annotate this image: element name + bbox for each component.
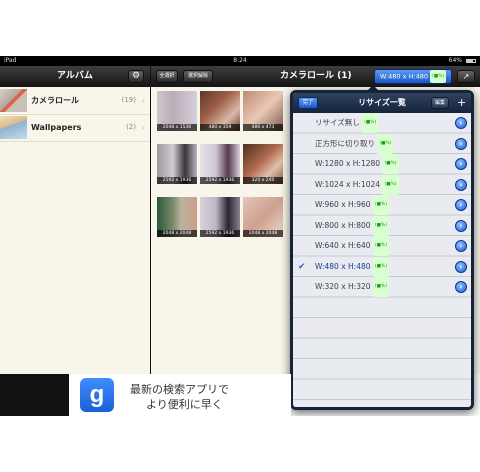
- info-icon[interactable]: ›: [455, 137, 467, 150]
- photo-size-label: 2048 x 2048: [243, 230, 283, 237]
- resize-option[interactable]: W:640 x H:640 (■%) ›: [293, 236, 471, 257]
- battery-percent: 64%: [448, 57, 462, 64]
- bottom-margin: [0, 416, 480, 472]
- photo-thumbnail[interactable]: 2592 x 1936: [200, 144, 240, 184]
- album-count: (2): [126, 123, 136, 131]
- photo-thumbnail[interactable]: 2048 x 2048: [157, 197, 197, 237]
- popover-header: リサイズ一覧 完了 編集 +: [293, 93, 471, 113]
- info-icon[interactable]: ›: [455, 199, 467, 211]
- resize-option-label: W:640 x H:640 (■%): [315, 236, 389, 256]
- photo-thumbnail[interactable]: 480 x 359: [200, 91, 240, 131]
- settings-button[interactable]: ⚙: [128, 70, 144, 83]
- camera-roll-title: カメラロール (1): [280, 71, 352, 81]
- resize-option[interactable]: リサイズ無し (■%) ›: [293, 113, 471, 134]
- ad-line-1: 最新の検索アプリで: [130, 383, 229, 396]
- resize-option[interactable]: W:320 x H:320 (■%) ›: [293, 277, 471, 298]
- resize-option-label: W:480 x H:480 (■%): [315, 256, 389, 277]
- photo-size-label: 2048 x 1536: [157, 124, 197, 131]
- photo-thumbnail[interactable]: 2048 x 1536: [157, 91, 197, 131]
- info-icon[interactable]: ›: [455, 260, 467, 273]
- photo-size-label: 480 x 359: [200, 124, 240, 131]
- resize-option-label: W:1280 x H:1280 (■%): [315, 154, 399, 174]
- ad-banner[interactable]: g 最新の検索アプリで より便利に早く: [0, 374, 291, 416]
- resize-option-label: 正方形に切り取り (■%): [315, 133, 394, 154]
- chevron-right-icon: ›: [141, 123, 145, 132]
- done-button[interactable]: 完了: [298, 97, 318, 109]
- photo-thumbnail[interactable]: 320 x 240: [243, 144, 283, 184]
- info-icon[interactable]: ›: [455, 219, 467, 232]
- album-count: (19): [121, 96, 136, 104]
- add-icon[interactable]: +: [457, 93, 466, 113]
- resize-option[interactable]: W:960 x H:960 (■%) ›: [293, 195, 471, 216]
- photo-thumbnail[interactable]: 2592 x 1936: [157, 144, 197, 184]
- deselect-button[interactable]: 選択解除: [183, 70, 213, 83]
- battery-icon: [466, 59, 476, 63]
- album-thumbnail: [0, 89, 27, 112]
- resize-option-label: W:960 x H:960 (■%): [315, 195, 389, 215]
- album-row-wallpapers[interactable]: Wallpapers (2) ›: [0, 114, 150, 142]
- resize-size-button[interactable]: W:480 x H:480 (■%): [374, 69, 452, 84]
- info-icon[interactable]: ›: [455, 240, 467, 252]
- ad-line-2: より便利に早く: [146, 398, 223, 411]
- photo-thumbnail[interactable]: 2048 x 2048: [243, 197, 283, 237]
- ratio-badge: (■%): [430, 70, 447, 83]
- info-icon[interactable]: ›: [455, 158, 467, 170]
- edit-button[interactable]: 編集: [431, 97, 449, 109]
- info-icon[interactable]: ›: [455, 281, 467, 293]
- resize-option-label: W:320 x H:320 (■%): [315, 277, 389, 297]
- top-margin: [0, 0, 480, 56]
- photo-thumbnail[interactable]: 2592 x 1936: [200, 197, 240, 237]
- resize-option[interactable]: W:1280 x H:1280 (■%) ›: [293, 154, 471, 175]
- resize-option-label: W:800 x H:800 (■%): [315, 215, 389, 236]
- status-bar: iPad 8:24 64%: [0, 56, 480, 66]
- info-icon[interactable]: ›: [455, 117, 467, 129]
- gear-icon: ⚙: [131, 71, 141, 81]
- album-name: Wallpapers: [31, 123, 82, 132]
- share-button[interactable]: ↗: [457, 70, 475, 83]
- resize-option[interactable]: W:800 x H:800 (■%) ›: [293, 215, 471, 237]
- album-row-camera-roll[interactable]: カメラロール (19) ›: [0, 87, 150, 115]
- select-all-button[interactable]: 全選択: [156, 70, 178, 83]
- resize-option-label: リサイズ無し (■%): [315, 113, 379, 133]
- photo-size-label: 2048 x 2048: [157, 230, 197, 237]
- chevron-right-icon: ›: [141, 96, 145, 105]
- resize-option-label: W:1024 x H:1024 (■%): [315, 174, 399, 195]
- photo-size-label: 480 x 473: [243, 124, 283, 131]
- photo-size-label: 2592 x 1936: [157, 177, 197, 184]
- photo-nav-bar: 全選択 選択解除 カメラロール (1) W:480 x H:480 (■%) ↗: [151, 66, 480, 87]
- album-name: カメラロール: [31, 96, 79, 105]
- photo-size-label: 320 x 240: [243, 177, 283, 184]
- photo-size-label: 2592 x 1936: [200, 230, 240, 237]
- photo-size-label: 2592 x 1936: [200, 177, 240, 184]
- photo-thumbnail[interactable]: 480 x 473: [243, 91, 283, 131]
- album-nav-bar: アルバム ⚙: [0, 66, 150, 87]
- album-list: カメラロール (19) › Wallpapers (2) ›: [0, 87, 150, 374]
- status-time: 8:24: [233, 57, 247, 64]
- resize-list-popover: リサイズ一覧 完了 編集 + リサイズ無し (■%) › 正方形に切り取り (■…: [290, 90, 474, 410]
- resize-option-list: リサイズ無し (■%) › 正方形に切り取り (■%) › W:1280 x H…: [293, 113, 471, 407]
- album-nav-title: アルバム: [57, 71, 93, 81]
- resize-option[interactable]: W:1024 x H:1024 (■%) ›: [293, 174, 471, 196]
- album-thumbnail: [0, 116, 27, 139]
- google-logo-icon: g: [80, 378, 114, 412]
- share-icon: ↗: [462, 72, 470, 81]
- resize-option[interactable]: 正方形に切り取り (■%) ›: [293, 133, 471, 155]
- resize-option-selected[interactable]: ✔ W:480 x H:480 (■%) ›: [293, 256, 471, 278]
- checkmark-icon: ✔: [298, 261, 306, 272]
- resize-size-label: W:480 x H:480: [379, 72, 428, 81]
- info-icon[interactable]: ›: [455, 178, 467, 191]
